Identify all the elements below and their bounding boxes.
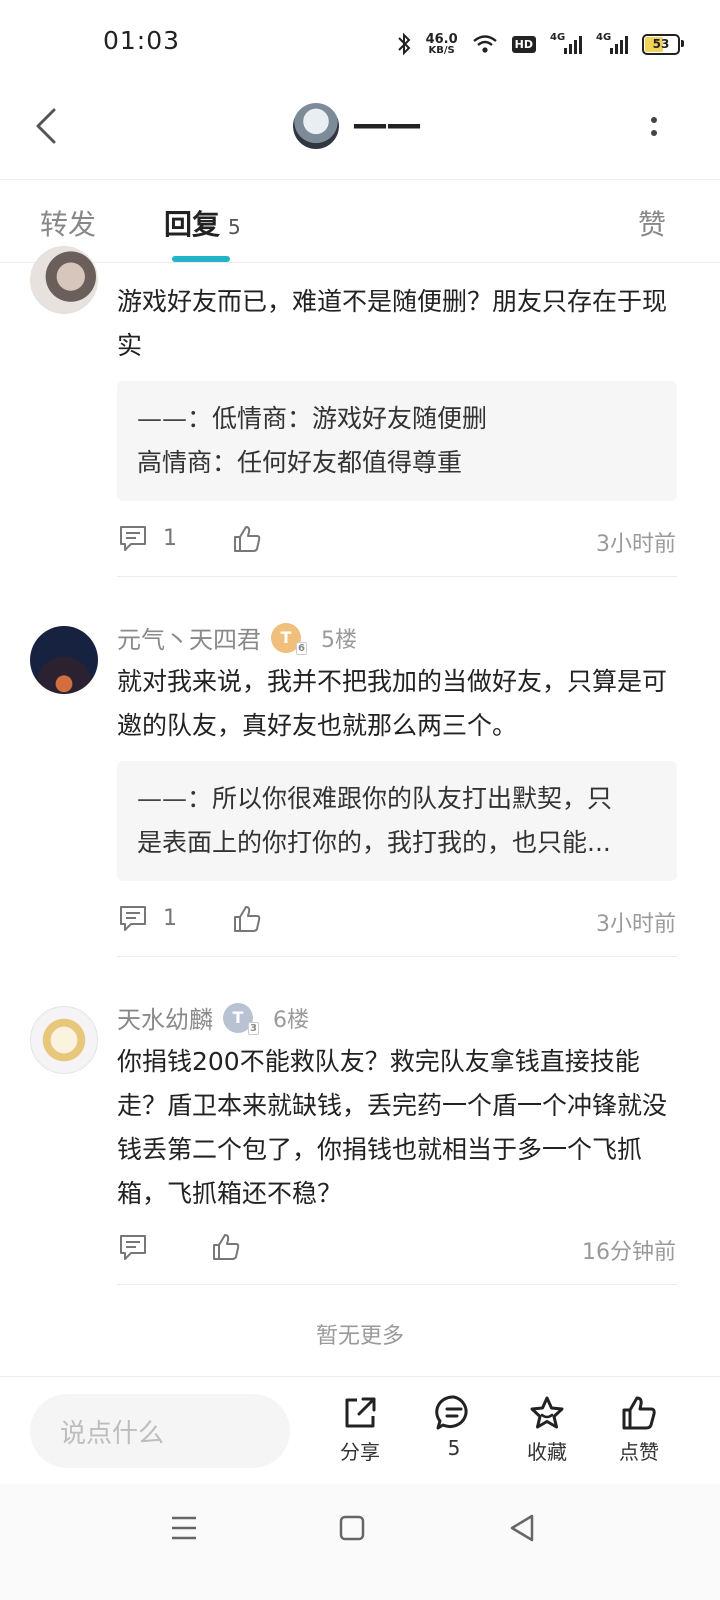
header-username[interactable]: —— bbox=[352, 104, 422, 145]
comment-icon bbox=[120, 526, 146, 551]
collect-label: 收藏 bbox=[527, 1440, 567, 1464]
bluetooth-icon bbox=[397, 32, 410, 56]
thumbs-up-icon[interactable] bbox=[231, 903, 263, 935]
comment-time: 3小时前 bbox=[596, 532, 676, 557]
reply-text: ：低情商：游戏好友随便删 bbox=[187, 404, 488, 433]
reply-preview[interactable]: ——：低情商：游戏好友随便删 高情商：任何好友都值得尊重 bbox=[117, 381, 677, 501]
reply-line-2: 高情商：任何好友都值得尊重 bbox=[137, 448, 463, 477]
comment-author-row: 元气丶天四君 T6 5楼 bbox=[117, 620, 357, 655]
more-dot-icon bbox=[651, 116, 657, 123]
comment-floor: 6楼 bbox=[273, 1007, 309, 1033]
reply-line-2: 是表面上的你打你的，我打我的，也只能... bbox=[137, 828, 611, 857]
comment-text: 游戏好友而已，难道不是随便删？朋友只存在于现实 bbox=[117, 287, 668, 360]
home-icon[interactable] bbox=[332, 1508, 372, 1548]
tab-likes[interactable]: 赞 bbox=[638, 203, 666, 243]
thumbs-up-icon[interactable] bbox=[210, 1231, 242, 1263]
comment-time: 3小时前 bbox=[596, 912, 676, 937]
level-medal-icon: T6 bbox=[271, 622, 307, 655]
comment-reply-action[interactable]: 1 bbox=[117, 902, 177, 934]
net-speed: 46.0 KB/S bbox=[425, 31, 458, 56]
comment-username[interactable]: 元气丶天四君 bbox=[117, 620, 261, 655]
comment-text: 就对我来说，我并不把我加的当做好友，只算是可邀的队友，真好友也就那么两三个。 bbox=[117, 667, 668, 740]
battery-icon: 53 bbox=[642, 33, 684, 55]
level-medal-icon: T3 bbox=[223, 1002, 259, 1035]
header-avatar[interactable] bbox=[293, 103, 339, 149]
status-time: 01:03 bbox=[103, 26, 181, 55]
reply-line: ——：低情商：游戏好友随便删 bbox=[137, 397, 657, 441]
tab-replies[interactable]: 回复 5 bbox=[164, 203, 241, 243]
reply-count: 1 bbox=[163, 905, 177, 931]
comment-divider bbox=[117, 956, 677, 957]
reply-text: ：所以你很难跟你的队友打出默契，只 bbox=[187, 784, 613, 813]
comment-divider bbox=[117, 576, 677, 577]
reply-line: ——：所以你很难跟你的队友打出默契，只 bbox=[137, 777, 657, 821]
more-dot-icon bbox=[651, 129, 657, 136]
comment-avatar[interactable] bbox=[30, 1006, 98, 1074]
tab-replies-label: 回复 bbox=[164, 208, 221, 241]
comment-bubble-icon bbox=[435, 1395, 468, 1430]
bottom-bar-divider bbox=[0, 1376, 720, 1377]
thumbs-up-icon[interactable] bbox=[231, 523, 263, 555]
header-divider bbox=[0, 179, 720, 180]
tab-replies-count: 5 bbox=[228, 215, 241, 239]
share-icon bbox=[345, 1397, 376, 1428]
comment-username[interactable]: 天水幼麟 bbox=[117, 1000, 213, 1035]
tab-forward[interactable]: 转发 bbox=[40, 203, 96, 243]
comment-time: 16分钟前 bbox=[582, 1240, 676, 1265]
comments-button[interactable]: 5 bbox=[414, 1394, 494, 1460]
comment-icon bbox=[120, 906, 146, 931]
back-button[interactable] bbox=[28, 104, 68, 148]
tabs-divider bbox=[0, 262, 720, 263]
comment-count: 5 bbox=[447, 1436, 461, 1460]
hd-badge: HD bbox=[511, 35, 536, 53]
like-label: 点赞 bbox=[619, 1440, 659, 1464]
comment-avatar[interactable] bbox=[30, 626, 98, 694]
share-label: 分享 bbox=[340, 1440, 380, 1464]
comment-author-row: 天水幼麟 T3 6楼 bbox=[117, 1000, 309, 1035]
star-icon bbox=[530, 1396, 564, 1429]
collect-button[interactable]: 收藏 bbox=[507, 1394, 587, 1465]
comment-icon[interactable] bbox=[117, 1231, 149, 1263]
reply-count: 1 bbox=[163, 525, 177, 551]
comment-floor: 5楼 bbox=[321, 627, 357, 653]
reply-preview[interactable]: ——：所以你很难跟你的队友打出默契，只 是表面上的你打你的，我打我的，也只能..… bbox=[117, 761, 677, 881]
signal-icon-2: 4G bbox=[596, 32, 628, 54]
menu-icon[interactable] bbox=[164, 1508, 204, 1548]
wifi-icon bbox=[472, 35, 497, 53]
share-button[interactable]: 分享 bbox=[320, 1394, 400, 1465]
reply-author: —— bbox=[137, 404, 187, 433]
status-icons: 46.0 KB/S HD 4G 4G 53 bbox=[396, 24, 684, 64]
like-button[interactable]: 点赞 bbox=[599, 1394, 679, 1465]
comment-input[interactable]: 说点什么 bbox=[30, 1394, 290, 1468]
comment-divider bbox=[117, 1284, 677, 1285]
signal-icon: 4G bbox=[550, 32, 582, 54]
chevron-left-icon bbox=[36, 108, 56, 144]
comment-reply-action[interactable]: 1 bbox=[117, 522, 177, 554]
no-more-text: 暂无更多 bbox=[315, 1324, 404, 1349]
back-triangle-icon[interactable] bbox=[502, 1508, 542, 1548]
comment-text: 你捐钱200不能救队友？救完队友拿钱直接技能走？盾卫本来就缺钱，丢完药一个盾一个… bbox=[117, 1047, 668, 1208]
more-options-button[interactable] bbox=[640, 108, 668, 144]
thumbs-up-icon bbox=[622, 1396, 656, 1430]
comment-avatar[interactable] bbox=[30, 246, 98, 314]
reply-author: —— bbox=[137, 784, 187, 813]
